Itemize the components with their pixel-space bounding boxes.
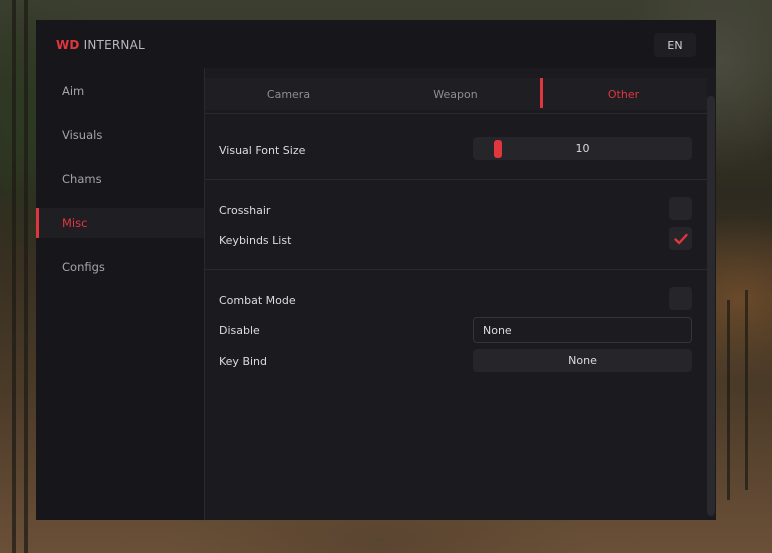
sidebar-item-visuals[interactable]: Visuals bbox=[36, 120, 204, 150]
sidebar-item-label: Aim bbox=[62, 84, 85, 98]
combat-mode-checkbox[interactable] bbox=[669, 287, 692, 310]
visual-font-size-label: Visual Font Size bbox=[219, 144, 306, 157]
sidebar-item-aim[interactable]: Aim bbox=[36, 76, 204, 106]
section-divider bbox=[205, 113, 707, 114]
background-tree bbox=[24, 0, 28, 553]
menu-header: WD INTERNAL EN bbox=[36, 20, 716, 68]
content-panel: Camera Weapon Other Visual Font Size 10 … bbox=[204, 68, 716, 520]
brand-logo: WD INTERNAL bbox=[56, 38, 145, 52]
background-tree bbox=[745, 290, 748, 490]
section-divider bbox=[205, 179, 707, 180]
crosshair-label: Crosshair bbox=[219, 204, 271, 217]
slider-value: 10 bbox=[575, 142, 590, 155]
keybinds-list-label: Keybinds List bbox=[219, 234, 292, 247]
sidebar: Aim Visuals Chams Misc Configs bbox=[36, 68, 204, 520]
brand-accent: WD bbox=[56, 38, 80, 52]
tab-bar: Camera Weapon Other bbox=[205, 78, 707, 110]
scrollbar[interactable] bbox=[707, 96, 715, 516]
language-button[interactable]: EN bbox=[654, 33, 696, 57]
brand-name: INTERNAL bbox=[79, 38, 145, 52]
background-tree bbox=[727, 300, 730, 500]
tab-label: Camera bbox=[266, 87, 311, 101]
check-icon bbox=[673, 233, 688, 244]
tab-camera[interactable]: Camera bbox=[205, 78, 372, 110]
background-tree bbox=[12, 0, 16, 553]
key-bind-button[interactable]: None bbox=[473, 349, 692, 372]
sidebar-item-label: Configs bbox=[62, 260, 105, 274]
sidebar-item-configs[interactable]: Configs bbox=[36, 252, 204, 282]
sidebar-item-label: Visuals bbox=[62, 128, 103, 142]
sidebar-item-chams[interactable]: Chams bbox=[36, 164, 204, 194]
key-bind-label: Key Bind bbox=[219, 355, 267, 368]
tab-other[interactable]: Other bbox=[540, 78, 707, 110]
disable-label: Disable bbox=[219, 324, 260, 337]
tab-label: Weapon bbox=[433, 87, 478, 101]
crosshair-checkbox[interactable] bbox=[669, 197, 692, 220]
disable-dropdown[interactable]: None bbox=[473, 317, 692, 343]
tab-weapon[interactable]: Weapon bbox=[372, 78, 539, 110]
tab-label: Other bbox=[607, 87, 640, 101]
visual-font-size-slider[interactable]: 10 bbox=[473, 137, 692, 160]
keybinds-list-checkbox[interactable] bbox=[669, 227, 692, 250]
section-divider bbox=[205, 269, 707, 270]
menu-window: WD INTERNAL EN Aim Visuals Chams Misc Co… bbox=[36, 20, 716, 520]
sidebar-item-label: Misc bbox=[62, 216, 88, 230]
sidebar-item-label: Chams bbox=[62, 172, 102, 186]
sidebar-item-misc[interactable]: Misc bbox=[36, 208, 204, 238]
combat-mode-label: Combat Mode bbox=[219, 294, 296, 307]
